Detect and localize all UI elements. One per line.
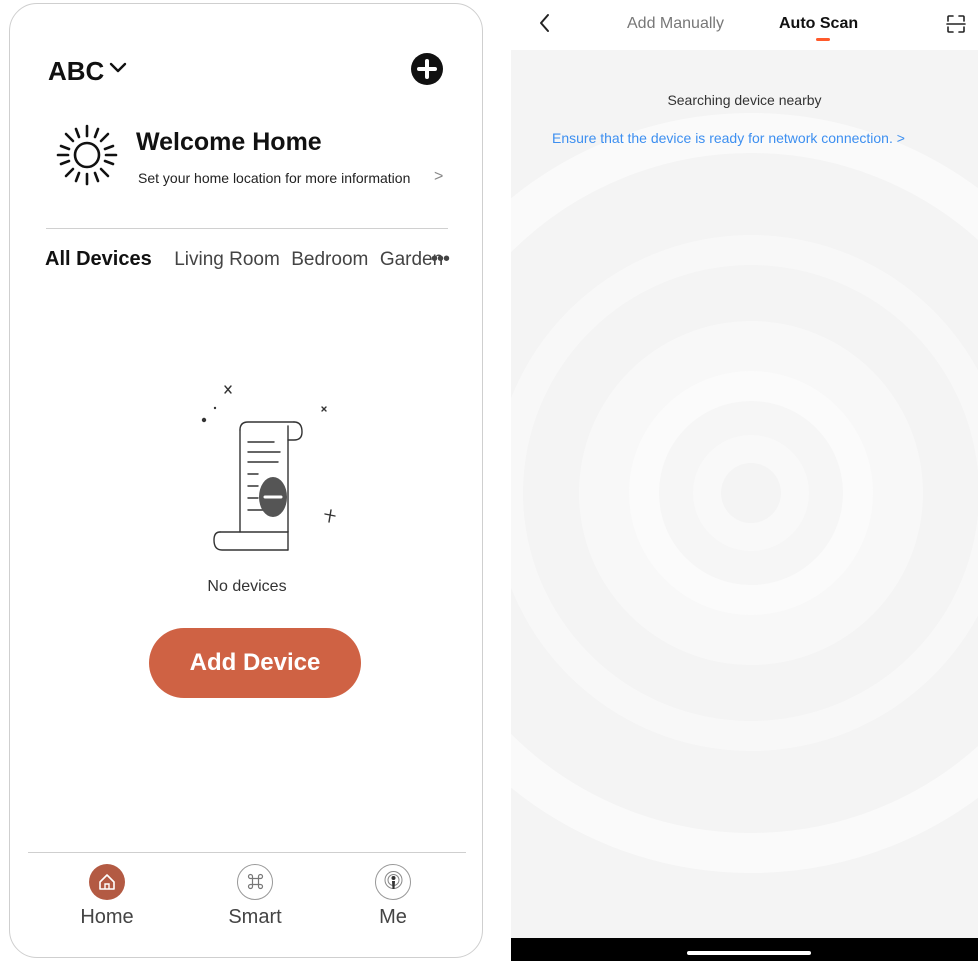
home-screen: ABC Welcome Home Set your home location … xyxy=(9,3,483,958)
person-icon xyxy=(375,864,411,900)
nav-me[interactable]: Me xyxy=(348,864,438,929)
chevron-right-icon[interactable]: > xyxy=(434,168,443,186)
auto-scan-screen: Add Manually Auto Scan Searching device … xyxy=(511,0,978,961)
tab-living-room[interactable]: Living Room xyxy=(174,249,280,270)
home-name[interactable]: ABC xyxy=(48,56,104,87)
empty-state-text: No devices xyxy=(207,578,287,595)
plus-icon xyxy=(411,53,443,85)
home-icon xyxy=(89,864,125,900)
nav-me-label: Me xyxy=(379,906,407,928)
tab-auto-scan[interactable]: Auto Scan xyxy=(779,15,858,33)
nav-smart[interactable]: Smart xyxy=(210,864,300,929)
nav-home-label: Home xyxy=(80,906,134,928)
home-indicator[interactable] xyxy=(687,951,811,955)
system-nav-bar xyxy=(511,938,978,961)
more-rooms-button[interactable]: ••• xyxy=(431,248,450,271)
welcome-title: Welcome Home xyxy=(136,128,322,156)
active-tab-indicator xyxy=(816,38,830,41)
back-icon[interactable] xyxy=(537,12,553,34)
network-ready-link[interactable]: Ensure that the device is ready for netw… xyxy=(552,130,905,146)
divider xyxy=(46,228,448,229)
add-device-button[interactable]: Add Device xyxy=(149,628,361,698)
top-bar: Add Manually Auto Scan xyxy=(511,0,978,50)
welcome-subtitle[interactable]: Set your home location for more informat… xyxy=(138,170,410,186)
searching-status: Searching device nearby xyxy=(667,92,822,108)
empty-list-illustration xyxy=(188,382,358,562)
nav-home[interactable]: Home xyxy=(62,864,152,929)
tab-all-devices[interactable]: All Devices xyxy=(45,248,152,270)
divider xyxy=(28,852,466,853)
tab-bedroom[interactable]: Bedroom xyxy=(291,249,368,270)
room-tabs: All Devices Living Room Bedroom Garden xyxy=(45,248,450,271)
nav-smart-label: Smart xyxy=(228,906,282,928)
sun-icon xyxy=(54,122,120,188)
scan-icon[interactable] xyxy=(946,14,966,34)
command-icon xyxy=(237,864,273,900)
add-button[interactable] xyxy=(411,53,443,85)
chevron-down-icon[interactable] xyxy=(109,62,127,74)
tab-add-manually[interactable]: Add Manually xyxy=(627,15,724,33)
